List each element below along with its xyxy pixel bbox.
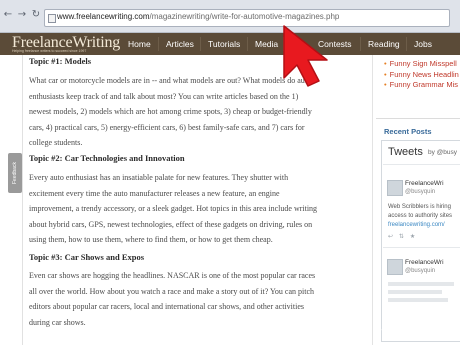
menu-item-jobs[interactable]: Jobs [414,33,432,55]
wikihow-watermark: wikiHow [381,324,457,342]
red-arrow-icon [283,25,328,87]
tweet-text-line: Web Scribblers is hiring [388,204,451,210]
tweet-link[interactable]: freelancewriting.com/ [388,222,445,228]
reload-icon[interactable]: ↻ [31,9,41,21]
paragraph-line: about hybrid cars, GPS, newest technolog… [29,219,313,229]
nav-buttons: ← → ↻ [3,9,41,21]
paragraph-line: college students. [29,138,83,147]
topic-2-paragraph: Every auto enthusiast has an insatiable … [29,170,355,248]
paragraph-line: during car shows. [29,317,86,327]
tweet-avatar[interactable] [387,180,403,196]
site-tagline: Helping freelance writers to succeed sin… [12,49,87,53]
menu-separator [158,37,159,51]
paragraph-line: editors about popular car racers, local … [29,302,305,311]
tweet-author-name[interactable]: FreelanceWri [405,259,444,266]
tweet-text: Web Scribblers is hiring access to autho… [388,203,452,220]
menu-item-reading[interactable]: Reading [368,33,400,55]
back-arrow-icon[interactable]: ← [3,9,13,21]
text-line-placeholder [388,282,454,286]
page-icon [48,14,56,23]
tweet-text-line: access to authority sites [388,212,453,219]
funny-link-label: Funny News Headlin [389,69,459,79]
arrow-shape [283,25,328,87]
paragraph-line: cars, 4) practical cars, 5) energy-effic… [29,122,305,132]
topic-3-paragraph: Even car shows are hogging the headlines… [29,268,355,330]
paragraph-line: improvement, a trendy accessory, or a sl… [29,204,318,213]
topic-2-heading: Topic #2: Car Technologies and Innovatio… [29,153,185,163]
tweet-author-handle[interactable]: @busyquin [405,268,435,274]
topic-3-heading: Topic #3: Car Shows and Expos [29,252,145,262]
menu-item-tutorials[interactable]: Tutorials [208,33,240,55]
funny-link-item[interactable]: • Funny Sign Misspell [384,59,459,70]
tweet-actions[interactable]: ↩ ⇅ ★ [388,233,417,240]
text-line-placeholder [388,298,448,302]
text-line-placeholder [388,290,442,294]
menu-separator [360,37,361,51]
feedback-label[interactable]: Feedback [8,153,22,193]
menu-separator [247,37,248,51]
paragraph-line: all over the world. How about you watch … [29,286,315,296]
tweets-by-handle[interactable]: by @busy [428,149,457,156]
funny-link-item[interactable]: • Funny News Headlin [384,70,459,81]
tweet-author-name[interactable]: FreelanceWri [405,180,444,187]
paragraph-line: newest models, 2) models which are hot a… [29,107,312,116]
menu-separator [200,37,201,51]
watermark-wiki: wiki [381,325,408,341]
url-host: www.freelancewriting.com [57,12,150,21]
paragraph-line: Every auto enthusiast has an insatiable … [29,173,289,182]
funny-link-label: Funny Grammar Mis [389,80,458,89]
funny-links-list: • Funny Sign Misspell • Funny News Headlin… [384,59,459,91]
tweet-avatar[interactable] [387,259,403,275]
sidebar-divider [376,118,460,119]
browser-toolbar: ← → ↻ www.freelancewriting.com/magazinew… [0,0,460,33]
twitter-widget [381,140,460,342]
paragraph-line: excitement every time the auto manufactu… [29,188,280,198]
watermark-how: How [407,325,441,341]
watermark-text: wikiHow [381,325,441,341]
paragraph-line: Even car shows are hogging the headlines… [29,271,316,280]
forward-arrow-icon[interactable]: → [17,9,27,21]
paragraph-line: using them, how to use them, where to fi… [29,235,273,244]
bullet-icon: • [384,59,387,68]
recent-posts-heading: Recent Posts [384,127,432,136]
content-left-border [22,55,23,345]
paragraph-line: enthusiasts keep track of and talk about… [29,91,299,101]
tweets-divider [383,247,460,248]
topic-1-heading: Topic #1: Models [29,56,92,66]
bullet-icon: • [384,80,387,89]
address-bar[interactable]: www.freelancewriting.com/magazinewriting… [44,9,450,27]
menu-item-articles[interactable]: Articles [166,33,194,55]
tweets-divider [383,164,460,165]
tweet-author-handle[interactable]: @busyquin [405,189,435,195]
menu-item-home[interactable]: Home [128,33,151,55]
funny-link-label: Funny Sign Misspell [389,59,457,68]
screenshot-frame: ← → ↻ www.freelancewriting.com/magazinew… [0,0,460,345]
menu-separator [406,37,407,51]
tweet-text-placeholder [388,282,454,302]
tweets-title: Tweets [388,146,423,158]
site-header: FreelanceWriting Helping freelance write… [0,33,460,55]
bullet-icon: • [384,69,387,79]
funny-link-item[interactable]: • Funny Grammar Mis [384,80,459,91]
